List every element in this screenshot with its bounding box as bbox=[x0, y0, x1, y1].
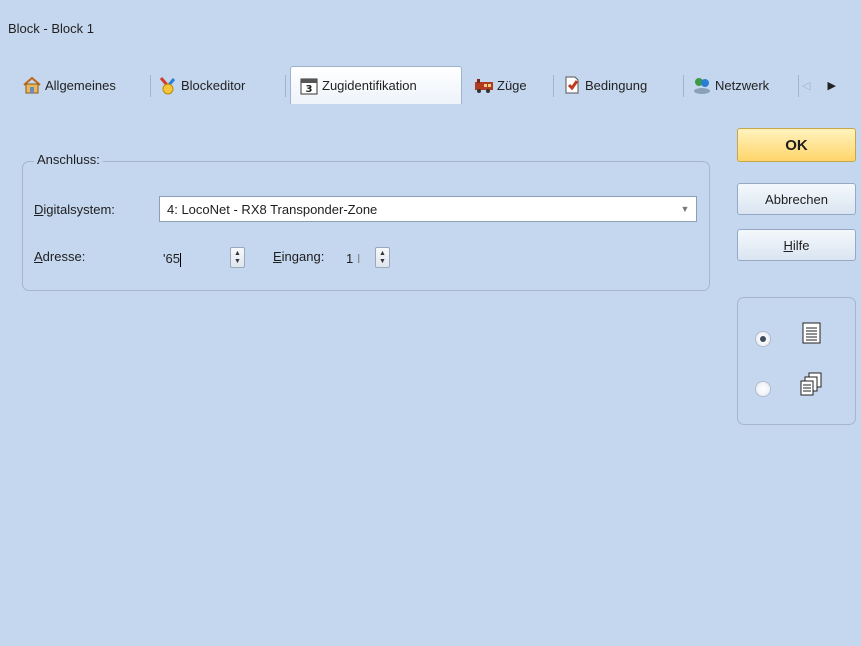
connection-group-label: Anschluss: bbox=[34, 152, 103, 167]
multi-view-radio[interactable] bbox=[755, 381, 771, 397]
address-label: Adresse: bbox=[34, 249, 86, 264]
document-condition-icon bbox=[562, 75, 582, 95]
input-value: 1 I bbox=[346, 251, 361, 266]
address-value: '65 bbox=[163, 251, 181, 267]
network-users-icon bbox=[692, 75, 712, 95]
tab-zugidentifikation[interactable]: 3 Zugidentifikation bbox=[290, 66, 462, 104]
single-page-icon bbox=[798, 320, 826, 351]
tab-label: Zugidentifikation bbox=[322, 78, 417, 93]
tab-blockeditor[interactable]: Blockeditor bbox=[150, 66, 284, 104]
tab-zuege[interactable]: Züge bbox=[466, 66, 556, 104]
cancel-button[interactable]: Abbrechen bbox=[737, 183, 856, 215]
tab-scroll-arrows: ◁ ▶ bbox=[802, 75, 836, 95]
address-spin-buttons[interactable]: ▲ ▼ bbox=[230, 247, 245, 268]
input-stepper[interactable]: 1 I ▲ ▼ bbox=[341, 244, 393, 271]
svg-text:3: 3 bbox=[306, 84, 313, 95]
digitalsystem-select[interactable]: 4: LocoNet - RX8 Transponder-Zone ▼ bbox=[159, 196, 697, 222]
tab-label: Blockeditor bbox=[181, 77, 246, 93]
chevron-down-icon[interactable]: ▼ bbox=[676, 199, 694, 219]
tab-bedingung[interactable]: Bedingung bbox=[554, 66, 686, 104]
address-stepper[interactable]: '65 ▲ ▼ bbox=[159, 244, 250, 271]
house-icon bbox=[22, 75, 42, 95]
view-options-panel bbox=[737, 297, 856, 425]
tab-netzwerk[interactable]: Netzwerk bbox=[684, 66, 802, 104]
connection-group bbox=[22, 161, 710, 291]
train-icon bbox=[474, 75, 494, 95]
single-view-radio[interactable] bbox=[755, 331, 771, 347]
scroll-left-icon[interactable]: ◁ bbox=[802, 79, 810, 92]
scroll-right-icon[interactable]: ▶ bbox=[828, 79, 836, 92]
input-label: Eingang: bbox=[273, 249, 325, 264]
window-title: Block - Block 1 bbox=[8, 21, 94, 36]
multi-page-icon bbox=[798, 370, 826, 401]
input-spin-buttons[interactable]: ▲ ▼ bbox=[375, 247, 390, 268]
tab-allgemeines[interactable]: Allgemeines bbox=[14, 66, 148, 104]
help-button[interactable]: Hilfe bbox=[737, 229, 856, 261]
tab-label: Netzwerk bbox=[715, 77, 770, 93]
digitalsystem-value: 4: LocoNet - RX8 Transponder-Zone bbox=[167, 202, 378, 217]
tab-bar: Allgemeines Blockeditor 3 Zugidentifikat… bbox=[22, 66, 861, 104]
tab-label: Allgemeines bbox=[45, 77, 116, 93]
tab-label: Züge bbox=[497, 77, 527, 93]
ok-button[interactable]: OK bbox=[737, 128, 856, 162]
calendar-3-icon: 3 bbox=[299, 76, 319, 96]
digitalsystem-label: Digitalsystem: bbox=[34, 202, 115, 217]
block-editor-icon bbox=[158, 75, 178, 95]
tab-label: Bedingung bbox=[585, 77, 648, 93]
